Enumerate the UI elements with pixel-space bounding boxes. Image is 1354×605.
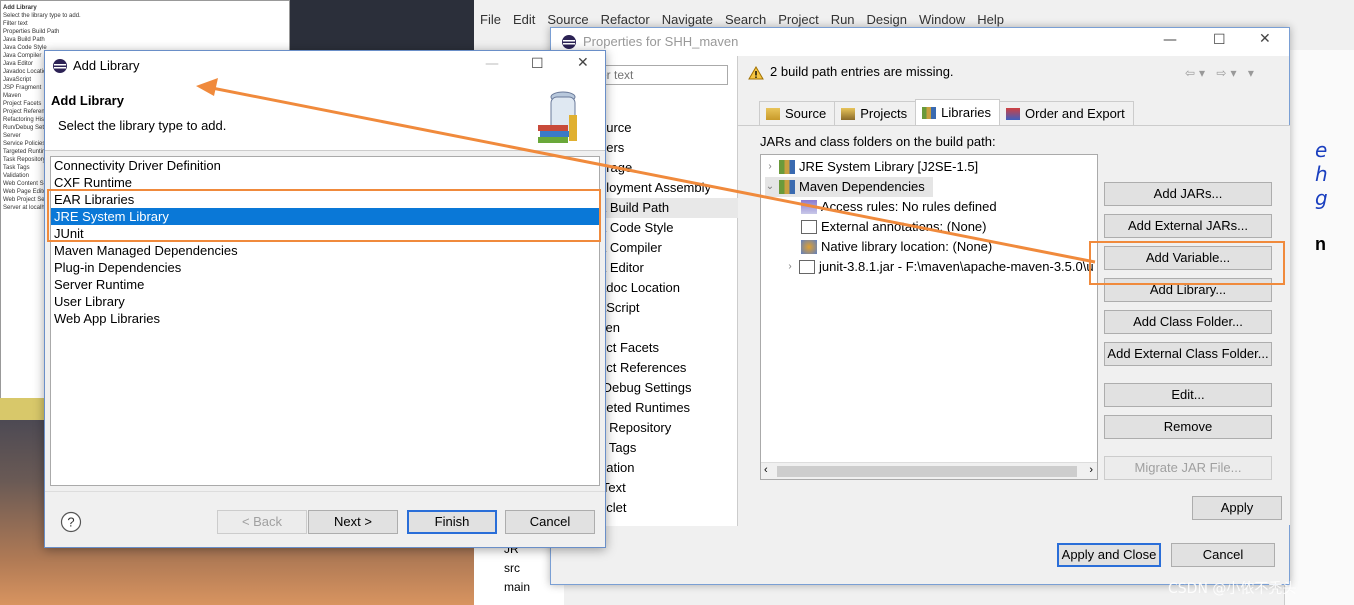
watermark: CSDN @小侬不秃头 (1168, 581, 1297, 597)
annotation-arrow (196, 78, 1096, 264)
arrow-line (211, 86, 1096, 264)
arrow-head (196, 78, 218, 96)
